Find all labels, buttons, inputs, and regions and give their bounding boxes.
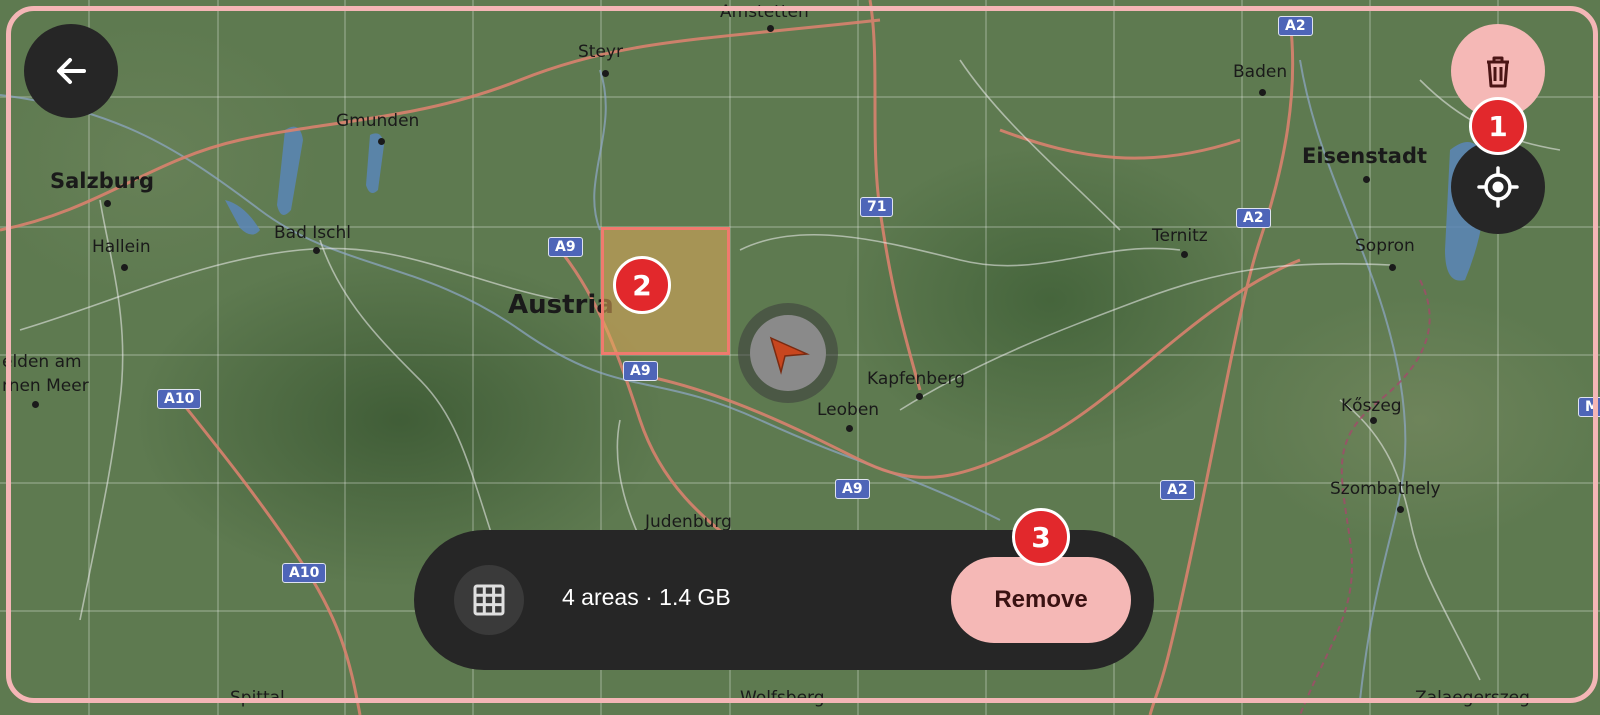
- road-shield: A10: [282, 563, 327, 583]
- road-shield: M: [1578, 397, 1600, 417]
- step-badge: 1: [1469, 97, 1527, 155]
- place-label: Kőszeg: [1341, 396, 1402, 416]
- grid-button[interactable]: [454, 565, 524, 635]
- road-shield: 71: [860, 197, 894, 217]
- place-label: Hallein: [92, 237, 151, 257]
- step-badge: 3: [1012, 508, 1070, 566]
- road-shield: A10: [157, 389, 202, 409]
- place-label: Bad Ischl: [274, 223, 351, 243]
- place-label: Gmunden: [336, 111, 420, 131]
- place-label: Ternitz: [1152, 226, 1208, 246]
- place-label: Zalaegerszeg: [1415, 688, 1530, 708]
- back-button[interactable]: [24, 24, 118, 118]
- place-label: Amstetten: [720, 2, 809, 22]
- step-badge: 2: [613, 256, 671, 314]
- place-label: Sopron: [1355, 236, 1415, 256]
- trash-icon: [1487, 56, 1509, 88]
- place-label: Kapfenberg: [867, 369, 966, 389]
- place-label: Szombathely: [1330, 479, 1441, 499]
- road-shield: A9: [548, 237, 583, 257]
- road-shield: A9: [623, 361, 658, 381]
- place-label: Spittal: [230, 688, 285, 708]
- place-label: Baden: [1233, 62, 1288, 82]
- place-label: Steyr: [578, 42, 623, 62]
- crosshair-icon: [1477, 166, 1519, 208]
- road-shield: A2: [1236, 208, 1271, 228]
- grid-icon: [473, 584, 505, 616]
- place-label: Leoben: [817, 400, 880, 420]
- areas-summary: 4 areas · 1.4 GB: [562, 584, 731, 610]
- road-shield: A2: [1160, 480, 1195, 500]
- current-location-marker: [738, 303, 838, 403]
- place-label: Eisenstadt: [1302, 144, 1428, 168]
- place-label: Salzburg: [50, 169, 155, 193]
- country-label: Austria: [508, 290, 614, 320]
- place-label: rnen Meer: [2, 376, 89, 396]
- road-shield: A9: [835, 479, 870, 499]
- arrow-left-icon: [57, 58, 86, 84]
- road-shield: A2: [1278, 16, 1313, 36]
- place-label: Judenburg: [645, 512, 732, 532]
- place-label: elden am: [2, 352, 82, 372]
- place-label: Wolfsberg: [740, 688, 825, 708]
- remove-button[interactable]: Remove: [951, 557, 1131, 643]
- navigation-arrow-icon: [769, 336, 810, 375]
